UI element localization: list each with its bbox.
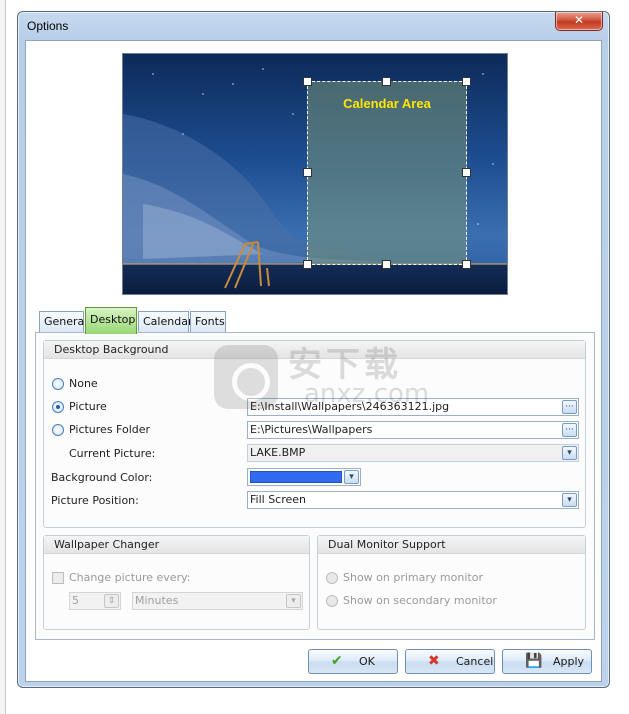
close-button[interactable]: ✕ (555, 12, 603, 31)
resize-handle-bottom-left[interactable] (303, 260, 312, 269)
background-window-edge (0, 0, 6, 714)
picture-position-label: Picture Position: (51, 494, 139, 507)
pictures-folder-radio[interactable] (52, 424, 64, 436)
picture-position-select[interactable]: Fill Screen (247, 491, 579, 509)
color-swatch (250, 471, 342, 483)
ellipsis-icon: ··· (565, 402, 574, 412)
calendar-area-label: Calendar Area (343, 96, 431, 111)
ok-button[interactable]: ✔ OK (308, 649, 398, 674)
none-label: None (69, 377, 98, 390)
dialog-client-area: Calendar Area General Desktop Calendar F… (25, 40, 602, 682)
resize-handle-top-right[interactable] (462, 77, 471, 86)
interval-unit-select[interactable]: Minutes (132, 592, 303, 610)
interval-value: 5 (72, 594, 79, 607)
current-picture-label: Current Picture: (69, 447, 156, 460)
tab-fonts[interactable]: Fonts (190, 311, 226, 333)
change-picture-label: Change picture every: (69, 571, 191, 584)
pictures-folder-value: E:\Pictures\Wallpapers (250, 423, 373, 436)
resize-handle-bottom[interactable] (382, 260, 391, 269)
checkmark-icon: ✔ (331, 653, 343, 669)
browse-folder-button[interactable]: ··· (562, 423, 577, 437)
spin-arrows-icon: ⇕ (107, 596, 116, 606)
apply-button[interactable]: 💾 Apply (502, 649, 592, 674)
desktop-background-group: Desktop Background None Picture E:\Insta… (43, 340, 586, 528)
picture-position-dropdown-button[interactable]: ▾ (562, 493, 577, 507)
desktop-preview: Calendar Area (122, 53, 508, 295)
resize-handle-right[interactable] (462, 168, 471, 177)
dual-monitor-group: Dual Monitor Support Show on primary mon… (317, 535, 586, 630)
picture-path-value: E:\Install\Wallpapers\246363121.jpg (250, 400, 450, 413)
background-color-dropdown-button[interactable]: ▾ (344, 470, 359, 484)
calendar-area-box[interactable]: Calendar Area (307, 81, 467, 265)
ellipsis-icon: ··· (565, 425, 574, 435)
chevron-down-icon: ▾ (291, 596, 296, 606)
desktop-tab-panel: Desktop Background None Picture E:\Insta… (35, 332, 595, 640)
interval-spin-buttons[interactable]: ⇕ (104, 594, 119, 608)
picture-label: Picture (69, 400, 107, 413)
picture-position-value: Fill Screen (250, 493, 307, 506)
picture-radio[interactable] (52, 401, 64, 413)
primary-monitor-radio[interactable] (326, 572, 338, 584)
current-picture-dropdown-button[interactable]: ▾ (562, 446, 577, 460)
picture-path-input[interactable]: E:\Install\Wallpapers\246363121.jpg (247, 398, 579, 416)
desktop-background-header: Desktop Background (44, 341, 585, 359)
chevron-down-icon: ▾ (567, 495, 572, 505)
secondary-monitor-label: Show on secondary monitor (343, 594, 497, 607)
dual-monitor-header: Dual Monitor Support (318, 536, 585, 554)
wallpaper-changer-group: Wallpaper Changer Change picture every: … (43, 535, 310, 630)
resize-handle-top[interactable] (382, 77, 391, 86)
close-icon: ✕ (573, 13, 585, 27)
apply-button-label: Apply (553, 655, 585, 668)
ok-button-label: OK (359, 655, 375, 668)
browse-picture-button[interactable]: ··· (562, 400, 577, 414)
resize-handle-top-left[interactable] (303, 77, 312, 86)
interval-unit-value: Minutes (135, 594, 179, 607)
none-radio[interactable] (52, 378, 64, 390)
interval-unit-dropdown-button[interactable]: ▾ (286, 594, 301, 608)
tab-calendar[interactable]: Calendar (138, 311, 192, 333)
current-picture-value: LAKE.BMP (250, 446, 306, 459)
options-dialog: Options ✕ Calendar Area General Desktop … (17, 11, 610, 688)
tab-desktop[interactable]: Desktop (85, 307, 137, 334)
window-title: Options (27, 19, 69, 33)
cancel-button[interactable]: ✖ Cancel (405, 649, 495, 674)
cross-icon: ✖ (428, 653, 440, 669)
pictures-folder-label: Pictures Folder (69, 423, 151, 436)
primary-monitor-label: Show on primary monitor (343, 571, 483, 584)
resize-handle-left[interactable] (303, 168, 312, 177)
current-picture-select[interactable]: LAKE.BMP (247, 444, 579, 462)
tab-general[interactable]: General (39, 311, 87, 333)
cancel-button-label: Cancel (456, 655, 494, 668)
background-color-label: Background Color: (51, 471, 153, 484)
wallpaper-changer-header: Wallpaper Changer (44, 536, 309, 554)
chevron-down-icon: ▾ (567, 448, 572, 458)
chevron-down-icon: ▾ (349, 472, 354, 482)
pictures-folder-input[interactable]: E:\Pictures\Wallpapers (247, 421, 579, 439)
change-picture-checkbox[interactable] (52, 572, 64, 584)
secondary-monitor-radio[interactable] (326, 595, 338, 607)
resize-handle-bottom-right[interactable] (462, 260, 471, 269)
save-disk-icon: 💾 (525, 653, 543, 669)
